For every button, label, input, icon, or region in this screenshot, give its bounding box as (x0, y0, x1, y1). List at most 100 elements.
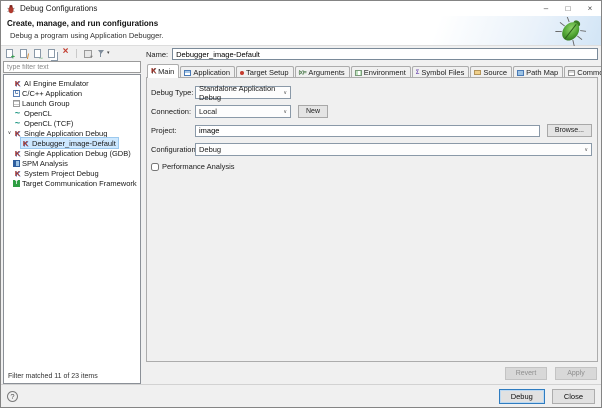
connection-row: Connection: Local ∨ New (151, 105, 592, 118)
tree-items: AI Engine EmulatorC/C++ ApplicationLaunc… (4, 78, 140, 188)
tree-item-label: OpenCL (24, 109, 52, 118)
configurations-sidebar: ▾ AI Engine EmulatorC/C++ ApplicationLau… (3, 47, 141, 384)
menu-arrow-icon: ▾ (107, 48, 110, 59)
apply-button[interactable]: Apply (555, 367, 597, 380)
name-input[interactable] (172, 48, 598, 60)
tree-item-content: Single Application Debug (13, 128, 109, 138)
collapse-all-button[interactable] (82, 48, 93, 59)
tree-item-content: SPM Analysis (13, 158, 70, 168)
application-icon (184, 70, 191, 76)
tree-item-single-application-debug-gdb[interactable]: Single Application Debug (GDB) (4, 148, 140, 158)
debug-button[interactable]: Debug (499, 389, 545, 404)
chevron-down-icon: ∨ (278, 90, 287, 96)
dialog-body: ▾ AI Engine EmulatorC/C++ ApplicationLau… (1, 47, 601, 384)
tree-item-label: Debugger_image-Default (32, 139, 116, 148)
main-icon (151, 68, 156, 75)
filter-input[interactable] (3, 61, 141, 73)
debug-bug-icon (13, 149, 22, 158)
debug-type-row: Debug Type: Standalone Application Debug… (151, 86, 592, 99)
debug-bug-icon (6, 4, 16, 14)
expander-icon[interactable]: ∨ (6, 128, 13, 138)
connection-select[interactable]: Local ∨ (195, 105, 291, 118)
toolbar-separator (76, 49, 77, 58)
tab-strip: MainApplicationTarget SetupArgumentsEnvi… (146, 63, 598, 78)
tab-label: Symbol Files (421, 68, 464, 77)
tb-new-config-icon (4, 48, 15, 59)
tree-item-content: C/C++ Application (13, 88, 84, 98)
tree-item-target-communication-framework[interactable]: Target Communication Framework (4, 178, 140, 188)
filter-button[interactable]: ▾ (96, 48, 110, 59)
tab-label: Arguments (308, 68, 344, 77)
dialog-footer: ? Debug Close (1, 384, 601, 407)
new-connection-button[interactable]: New (298, 105, 328, 118)
tree-item-label: Target Communication Framework (22, 179, 137, 188)
new-prototype-button[interactable] (18, 48, 29, 59)
name-row: Name: (146, 47, 598, 61)
sidebar-toolbar: ▾ (3, 47, 141, 59)
close-button[interactable]: Close (552, 389, 595, 404)
tree-item-debugger-image-default[interactable]: Debugger_image-Default (4, 138, 140, 148)
tb-new-prototype-icon (18, 48, 29, 59)
delete-button[interactable] (60, 48, 71, 59)
target-setup-icon (240, 71, 244, 75)
tree-item-content: AI Engine Emulator (13, 78, 91, 88)
main-tab-panel: Debug Type: Standalone Application Debug… (146, 77, 598, 362)
tree-item-content: OpenCL (TCF) (13, 118, 75, 128)
export-configurations-button[interactable] (32, 48, 43, 59)
new-configuration-button[interactable] (4, 48, 15, 59)
chevron-down-icon: ∨ (579, 147, 588, 153)
tab-label: Common (577, 68, 602, 77)
name-label: Name: (146, 50, 168, 59)
arguments-icon (299, 70, 307, 76)
tree-item-content: Single Application Debug (GDB) (13, 148, 133, 158)
tab-label: Application (193, 68, 230, 77)
help-icon[interactable]: ? (7, 391, 18, 402)
duplicate-button[interactable] (46, 48, 57, 59)
tree-item-label: SPM Analysis (22, 159, 68, 168)
tree-item-launch-group[interactable]: Launch Group (4, 98, 140, 108)
minimize-button[interactable]: – (535, 1, 557, 16)
tree-item-single-application-debug[interactable]: ∨ Single Application Debug (4, 128, 140, 138)
tb-delete-icon (60, 48, 71, 59)
tcf-icon (13, 180, 20, 187)
tab-label: Environment (364, 68, 406, 77)
window-title: Debug Configurations (20, 4, 535, 13)
tree-item-opencl[interactable]: OpenCL (4, 108, 140, 118)
project-input[interactable] (195, 125, 540, 137)
tree-item-opencl-tcf[interactable]: OpenCL (TCF) (4, 118, 140, 128)
tree-item-label: OpenCL (TCF) (24, 119, 73, 128)
performance-analysis-label: Performance Analysis (162, 162, 235, 171)
tree-item-spm-analysis[interactable]: SPM Analysis (4, 158, 140, 168)
configuration-select[interactable]: Debug ∨ (195, 143, 592, 156)
tb-duplicate-icon (46, 48, 57, 59)
maximize-button[interactable]: □ (557, 1, 579, 16)
symbol-files-icon (416, 70, 420, 76)
tree-item-label: Single Application Debug (24, 129, 107, 138)
configuration-row: Configuration: Debug ∨ (151, 143, 592, 156)
tree-item-c-c-application[interactable]: C/C++ Application (4, 88, 140, 98)
debug-configurations-dialog: Debug Configurations – □ × Create, manag… (0, 0, 602, 408)
debug-type-select[interactable]: Standalone Application Debug ∨ (195, 86, 291, 99)
tree-item-label: Single Application Debug (GDB) (24, 149, 131, 158)
title-bar: Debug Configurations – □ × (1, 1, 601, 16)
connection-label: Connection: (151, 107, 195, 116)
tree-item-system-project-debug[interactable]: System Project Debug (4, 168, 140, 178)
common-icon (568, 70, 575, 76)
tree-item-content: Launch Group (13, 98, 72, 108)
performance-analysis-checkbox[interactable] (151, 163, 159, 171)
revert-button[interactable]: Revert (505, 367, 547, 380)
browse-button[interactable]: Browse... (547, 124, 592, 137)
ai-engine-icon (13, 79, 22, 88)
tree-item-label: System Project Debug (24, 169, 99, 178)
tree-item-ai-engine-emulator[interactable]: AI Engine Emulator (4, 78, 140, 88)
debug-bug-icon (13, 129, 22, 138)
close-window-button[interactable]: × (579, 1, 601, 16)
configuration-editor: Name: MainApplicationTarget SetupArgumen… (146, 47, 598, 384)
chevron-down-icon: ∨ (278, 109, 287, 115)
tab-main[interactable]: Main (147, 64, 179, 78)
configuration-value: Debug (199, 145, 221, 154)
launch-group-icon (13, 100, 20, 107)
connection-value: Local (199, 107, 217, 116)
opencl-icon (13, 119, 22, 128)
environment-icon (355, 70, 362, 76)
